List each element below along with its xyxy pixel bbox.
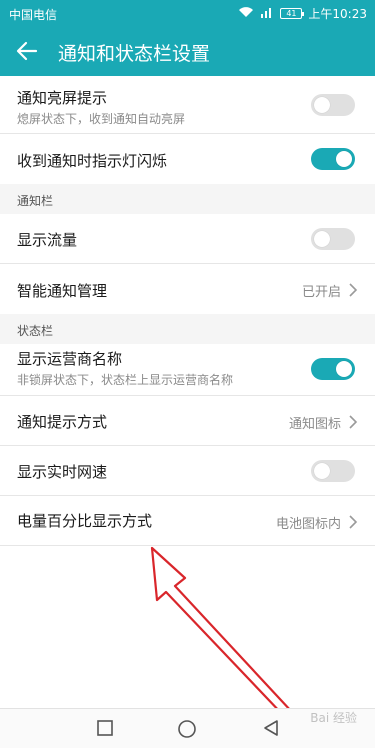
status-bar: 中国电信 41 上午10:23 [0, 0, 375, 26]
setting-row-notification-style[interactable]: 通知提示方式 通知图标 [0, 396, 375, 446]
show-traffic-toggle[interactable] [311, 228, 355, 250]
page-title: 通知和状态栏设置 [58, 43, 211, 65]
section-title: 状态栏 [17, 324, 54, 338]
signal-icon [260, 6, 274, 21]
watermark: Bai 经验 [310, 711, 357, 725]
setting-value: 通知图标 [288, 417, 341, 432]
setting-row-network-speed[interactable]: 显示实时网速 [0, 446, 375, 496]
setting-row-smart-notification[interactable]: 智能通知管理 已开启 [0, 264, 375, 314]
toggle-knob [314, 97, 330, 113]
setting-row-battery-percentage[interactable]: 电量百分比显示方式 电池图标内 [0, 496, 375, 546]
section-header-notification-bar: 通知栏 [0, 184, 375, 214]
toggle-knob [336, 361, 352, 377]
clock: 上午10:23 [308, 7, 367, 21]
led-blink-toggle[interactable] [311, 148, 355, 170]
settings-list: 通知亮屏提示 熄屏状态下，收到通知自动亮屏 收到通知时指示灯闪烁 通知栏 显示流… [0, 76, 375, 546]
carrier-name-toggle[interactable] [311, 358, 355, 380]
toggle-knob [336, 151, 352, 167]
setting-row-screen-wake[interactable]: 通知亮屏提示 熄屏状态下，收到通知自动亮屏 [0, 76, 375, 134]
recent-apps-icon[interactable] [96, 719, 114, 741]
toggle-knob [314, 463, 330, 479]
section-title: 通知栏 [17, 194, 54, 208]
carrier-name: 中国电信 [9, 8, 58, 22]
title-bar: 通知和状态栏设置 [0, 26, 375, 76]
system-nav-bar: Bai 经验 [0, 708, 375, 748]
setting-label: 显示实时网速 [17, 463, 108, 481]
setting-value: 已开启 [301, 285, 341, 300]
chevron-right-icon [348, 414, 358, 429]
chevron-right-icon [348, 282, 358, 297]
screen-wake-toggle[interactable] [311, 94, 355, 116]
setting-label: 智能通知管理 [17, 282, 108, 300]
setting-label: 通知提示方式 [17, 413, 108, 431]
toggle-knob [314, 231, 330, 247]
setting-label: 电量百分比显示方式 [17, 512, 153, 530]
network-speed-toggle[interactable] [311, 460, 355, 482]
wifi-icon [238, 6, 254, 21]
status-icons: 41 上午10:23 [238, 5, 367, 22]
back-arrow-icon[interactable] [14, 38, 40, 64]
setting-description: 熄屏状态下，收到通知自动亮屏 [17, 112, 186, 126]
home-icon[interactable] [177, 719, 197, 743]
setting-label: 显示流量 [17, 231, 78, 249]
app-header: 中国电信 41 上午10:23 通知和状态栏设置 [0, 0, 375, 76]
setting-row-show-traffic[interactable]: 显示流量 [0, 214, 375, 264]
setting-label: 收到通知时指示灯闪烁 [17, 152, 168, 170]
battery-icon: 41 [280, 8, 305, 19]
setting-label: 通知亮屏提示 [17, 89, 108, 107]
back-triangle-icon[interactable] [262, 719, 280, 741]
setting-row-led-blink[interactable]: 收到通知时指示灯闪烁 [0, 134, 375, 184]
setting-description: 非锁屏状态下，状态栏上显示运营商名称 [17, 373, 234, 387]
setting-label: 显示运营商名称 [17, 350, 123, 368]
section-header-status-bar: 状态栏 [0, 314, 375, 344]
chevron-right-icon [348, 514, 358, 529]
setting-value: 电池图标内 [275, 517, 341, 532]
setting-row-carrier-name[interactable]: 显示运营商名称 非锁屏状态下，状态栏上显示运营商名称 [0, 344, 375, 396]
